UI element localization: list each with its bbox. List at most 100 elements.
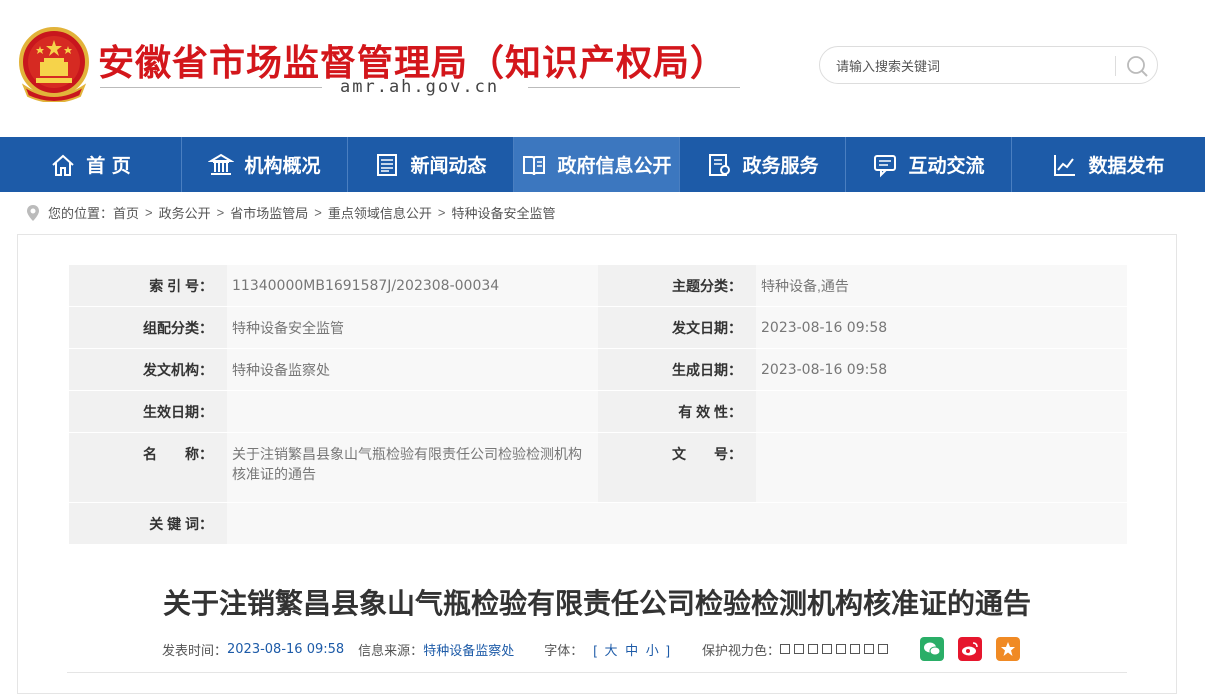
meta-label: 索 引 号：	[69, 265, 227, 307]
article-info-bar: 发表时间： 2023-08-16 09:58 信息来源： 特种设备监察处 字体：…	[162, 637, 1034, 661]
meta-value: 11340000MB1691587J/202308-00034	[227, 265, 598, 307]
meta-label: 主题分类：	[598, 265, 756, 307]
table-row: 索 引 号： 11340000MB1691587J/202308-00034 主…	[69, 265, 1127, 307]
main-nav: 首 页 机构概况 新闻动态 政府信息公开 政务服务 互动交流 数据发布	[0, 137, 1205, 192]
breadcrumb-link[interactable]: 省市场监管局	[230, 203, 308, 222]
font-medium-button[interactable]: 中	[625, 643, 638, 658]
nav-label: 政务服务	[742, 155, 819, 177]
search-input[interactable]	[836, 55, 1116, 77]
article-title: 关于注销繁昌县象山气瓶检验有限责任公司检验检测机构核准证的通告	[162, 587, 1031, 620]
search-button[interactable]	[1123, 53, 1151, 79]
breadcrumb-link[interactable]: 重点领域信息公开	[328, 203, 432, 222]
weibo-share-button[interactable]	[958, 637, 983, 661]
search-icon	[1127, 56, 1148, 77]
breadcrumb-link[interactable]: 首页	[113, 203, 139, 222]
nav-label: 机构概况	[244, 155, 321, 177]
meta-value	[756, 391, 1127, 433]
nav-item-home[interactable]: 首 页	[0, 137, 182, 192]
national-emblem-icon	[19, 27, 89, 102]
service-icon	[709, 153, 731, 176]
chart-icon	[1054, 154, 1076, 176]
divider	[1115, 56, 1116, 76]
divider	[100, 87, 322, 88]
bracket: [	[593, 642, 597, 658]
table-row: 生效日期： 有 效 性：	[69, 391, 1127, 433]
meta-label: 有 效 性：	[598, 391, 756, 433]
building-icon	[208, 153, 235, 175]
color-swatch[interactable]	[808, 644, 819, 654]
color-swatch[interactable]	[780, 644, 791, 654]
breadcrumb-link[interactable]: 特种设备安全监管	[451, 203, 555, 222]
color-swatch[interactable]	[836, 644, 847, 654]
meta-value: 2023-08-16 09:58	[756, 307, 1127, 349]
nav-item-gov-info[interactable]: 政府信息公开	[514, 137, 680, 192]
eye-color-swatches	[780, 644, 892, 654]
font-size-label: 字体：	[544, 642, 584, 658]
meta-label: 组配分类：	[69, 307, 227, 349]
font-size-switcher: [ 大 中 小 ]	[591, 640, 672, 659]
home-icon	[52, 154, 74, 176]
breadcrumb-separator: >	[314, 205, 322, 220]
divider	[528, 87, 740, 88]
meta-label: 关 键 词：	[69, 503, 227, 545]
breadcrumb-prefix: 您的位置：	[48, 206, 114, 221]
nav-item-news[interactable]: 新闻动态	[348, 137, 514, 192]
table-row: 名 称： 关于注销繁昌县象山气瓶检验有限责任公司检验检测机构核准证的通告 文 号…	[69, 433, 1127, 503]
meta-label: 发文日期：	[598, 307, 756, 349]
chat-icon	[874, 154, 897, 177]
share-buttons	[920, 637, 1034, 661]
breadcrumb-separator: >	[437, 205, 446, 220]
font-small-button[interactable]: 小	[646, 643, 659, 658]
nav-label: 首 页	[86, 155, 131, 177]
nav-item-services[interactable]: 政务服务	[680, 137, 846, 192]
meta-label: 名 称：	[69, 433, 227, 503]
wechat-share-button[interactable]	[920, 637, 945, 661]
search-box	[819, 46, 1158, 84]
color-swatch[interactable]	[864, 644, 875, 654]
document-meta-table: 索 引 号： 11340000MB1691587J/202308-00034 主…	[69, 265, 1127, 545]
meta-value	[227, 503, 1127, 545]
nav-label: 政府信息公开	[557, 155, 672, 177]
breadcrumb: 您的位置： 首页 > 政务公开 > 省市场监管局 > 重点领域信息公开 > 特种…	[26, 203, 555, 222]
breadcrumb-link[interactable]: 政务公开	[159, 203, 211, 222]
table-row: 组配分类： 特种设备安全监管 发文日期： 2023-08-16 09:58	[69, 307, 1127, 349]
nav-item-data[interactable]: 数据发布	[1012, 137, 1205, 192]
meta-value: 特种设备,通告	[756, 265, 1127, 307]
news-icon	[377, 153, 398, 176]
source-label: 信息来源：	[358, 642, 424, 658]
publish-time-label: 发表时间：	[162, 642, 228, 658]
nav-item-about[interactable]: 机构概况	[182, 137, 348, 192]
color-swatch[interactable]	[878, 644, 889, 654]
color-swatch[interactable]	[822, 644, 833, 654]
meta-value: 特种设备安全监管	[227, 307, 598, 349]
location-pin-icon	[27, 204, 39, 221]
meta-value: 2023-08-16 09:58	[756, 349, 1127, 391]
breadcrumb-separator: >	[216, 205, 225, 220]
star-icon	[1001, 642, 1016, 656]
nav-label: 新闻动态	[410, 155, 487, 177]
breadcrumb-separator: >	[145, 205, 153, 220]
source-value: 特种设备监察处	[423, 642, 515, 658]
meta-value: 特种设备监察处	[227, 349, 598, 391]
weibo-icon	[962, 642, 978, 656]
meta-label: 发文机构：	[69, 349, 227, 391]
nav-label: 互动交流	[908, 155, 985, 177]
eye-protection-label: 保护视力色：	[702, 642, 781, 658]
wechat-icon	[924, 642, 941, 656]
font-large-button[interactable]: 大	[604, 643, 617, 658]
meta-value: 关于注销繁昌县象山气瓶检验有限责任公司检验检测机构核准证的通告	[227, 433, 598, 503]
nav-item-interact[interactable]: 互动交流	[846, 137, 1012, 192]
color-swatch[interactable]	[794, 644, 805, 654]
meta-label: 生效日期：	[69, 391, 227, 433]
domain-row: amr.ah.gov.cn	[100, 77, 740, 97]
meta-label: 文 号：	[598, 433, 756, 503]
favorite-button[interactable]	[996, 637, 1021, 661]
site-domain: amr.ah.gov.cn	[340, 77, 500, 97]
divider	[67, 672, 1127, 673]
bracket: ]	[666, 642, 671, 658]
table-row: 发文机构： 特种设备监察处 生成日期： 2023-08-16 09:58	[69, 349, 1127, 391]
meta-value	[227, 391, 598, 433]
color-swatch[interactable]	[850, 644, 861, 654]
meta-label: 生成日期：	[598, 349, 756, 391]
table-row: 关 键 词：	[69, 503, 1127, 545]
